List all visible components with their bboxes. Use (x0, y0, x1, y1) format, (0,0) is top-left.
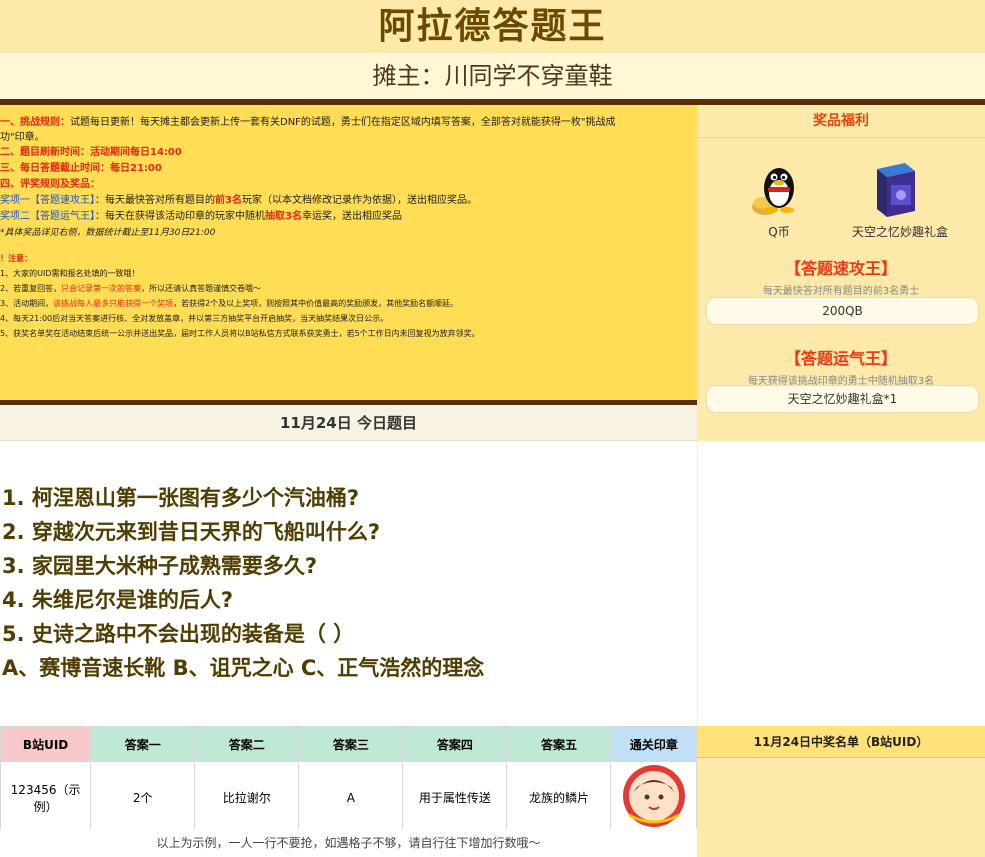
award-2-highlight: 抽取3名 (265, 211, 302, 222)
question-2: 2. 穿越次元来到昔日天界的飞船叫什么? (2, 520, 381, 544)
award-2-prize: 天空之忆妙趣礼盒*1 (706, 385, 979, 413)
header-answer-1: 答案一 (90, 726, 196, 762)
award-rule-2: 奖项二【答题运气王】：每天在获得该活动印章的玩家中随机抽取3名幸运奖，送出相应奖… (0, 209, 691, 225)
rule-1: 一、挑战规则：试题每日更新！每天摊主都会更新上传一套有关DNF的试题，勇士们在指… (0, 115, 691, 145)
stamp-icon (622, 765, 685, 827)
header-answer-4: 答案四 (402, 726, 508, 762)
notice-3: 3、活动期间，该挑战每人最多只能获得一个奖项，若获得2个及以上奖项，则按照其中价… (0, 296, 691, 311)
page-title: 阿拉德答题王 (0, 0, 985, 53)
award-1-text-post: 玩家（以本文档修改记录作为依据），送出相应奖品。 (241, 195, 477, 206)
award-1-label: 奖项一【答题速攻王】 (0, 195, 95, 206)
award-2-text-post: 幸运奖，送出相应奖品 (301, 211, 402, 222)
notice-label: ！注意： (0, 254, 32, 263)
header-answer-3: 答案三 (298, 726, 404, 762)
question-1: 1. 柯涅恩山第一张图有多少个汽油桶? (2, 486, 360, 510)
cell-answer-5[interactable]: 龙族的鳞片 (506, 761, 612, 834)
award-2-text-pre: ：每天在获得该活动印章的玩家中随机 (95, 211, 265, 222)
notice-3-post: ，若获得2个及以上奖项，则按照其中价值最高的奖励颁发，其他奖励名额顺延。 (173, 299, 459, 308)
cell-answer-3[interactable]: A (298, 761, 404, 834)
notice-2-post: ，所以还请认真答题谨慎交卷哦～ (141, 284, 262, 293)
question-5: 5. 史诗之路中不会出现的装备是（ ） (2, 622, 355, 646)
rules-panel: 一、挑战规则：试题每日更新！每天摊主都会更新上传一套有关DNF的试题，勇士们在指… (0, 105, 697, 400)
prize-2-name: 天空之忆妙趣礼盒 (851, 225, 948, 239)
prize-1-name: Q币 (768, 225, 790, 239)
header-answer-5: 答案五 (506, 726, 612, 762)
rule-2: 二、题目刷新时间：活动期间每日14:00 (0, 147, 182, 158)
blank-area (697, 441, 985, 726)
award-1-text-pre: ：每天最快答对所有题目的 (95, 195, 215, 206)
gift-box-icon (873, 159, 917, 219)
rule-1-label: 一、挑战规则： (0, 117, 70, 128)
award-1-title: 【答题速攻王】 (784, 259, 897, 278)
cell-answer-2[interactable]: 比拉谢尔 (194, 761, 300, 834)
notice-3-red: 该挑战每人最多只能获得一个奖项 (53, 299, 174, 308)
prize-heading: 奖品福利 (697, 105, 985, 138)
prize-panel: 奖品福利 Q币 天空之忆妙趣礼盒 【答题速攻王】 每天最快答对所有题目的前3名勇… (697, 105, 985, 441)
answer-table: B站UID 答案一 答案二 答案三 答案四 答案五 通关印章 123456（示例… (0, 726, 697, 834)
rule-3: 三、每日答题截止时间：每日21:00 (0, 163, 162, 174)
cell-answer-1[interactable]: 2个 (90, 761, 196, 834)
notice-3-pre: 3、活动期间， (0, 299, 54, 308)
notice-4: 4、每天21:00后对当天答案进行核、全对发放盖章，并以第三方抽奖平台开启抽奖，… (0, 314, 389, 323)
question-list: 1. 柯涅恩山第一张图有多少个汽油桶? 2. 穿越次元来到昔日天界的飞船叫什么?… (0, 441, 697, 726)
cell-answer-4[interactable]: 用于属性传送 (402, 761, 508, 834)
notice-2: 2、若重复回答，只会记录第一次的答案，所以还请认真答题谨慎交卷哦～ (0, 281, 691, 296)
footnote: *具体奖品详见右侧，数据统计截止至11月30日21:00 (0, 228, 216, 238)
notice-1: 1、大家的UID需和报名处填的一致哦！ (0, 269, 140, 278)
rule-1-cont: 功"印章。 (0, 132, 45, 143)
header-uid: B站UID (0, 726, 92, 762)
award-2-title: 【答题运气王】 (784, 349, 897, 368)
cell-uid[interactable]: 123456（示例） (0, 761, 92, 834)
award-1-prize: 200QB (706, 297, 979, 325)
cell-stamp[interactable] (610, 761, 697, 834)
day-heading: 11月24日 今日题目 (0, 405, 697, 441)
notice-5: 5、获奖名单奖在活动结束后统一公示并送出奖品，届时工作人员将以B站私信方式联系获… (0, 329, 480, 338)
table-header-row: B站UID 答案一 答案二 答案三 答案四 答案五 通关印章 (0, 726, 697, 762)
host-line: 摊主：川同学不穿童鞋 (0, 53, 985, 99)
award-rule-1: 奖项一【答题速攻王】：每天最快答对所有题目的前3名玩家（以本文档修改记录作为依据… (0, 193, 691, 209)
question-3: 3. 家园里大米种子成熟需要多久? (2, 554, 318, 578)
winners-list[interactable] (697, 758, 985, 857)
header-answer-2: 答案二 (194, 726, 300, 762)
rule-4: 四、评奖规则及奖品： (0, 179, 100, 190)
table-note: 以上为示例，一人一行不要抢，如遇格子不够，请自行往下增加行数哦～ (0, 829, 697, 857)
award-2-label: 奖项二【答题运气王】 (0, 211, 95, 222)
question-5-options: A、赛博音速长靴 B、诅咒之心 C、正气浩然的理念 (2, 656, 485, 680)
question-4: 4. 朱维尼尔是谁的后人? (2, 588, 234, 612)
qq-coin-icon (749, 155, 809, 219)
award-1-highlight: 前3名 (215, 195, 242, 206)
notice-2-red: 只会记录第一次的答案 (61, 284, 142, 293)
rule-1-text: 试题每日更新！每天摊主都会更新上传一套有关DNF的试题，勇士们在指定区域内填写答… (70, 117, 616, 128)
table-row: 123456（示例） 2个 比拉谢尔 A 用于属性传送 龙族的鳞片 (0, 761, 697, 834)
award-1-desc: 每天最快答对所有题目的前3名勇士 (762, 286, 920, 297)
header-stamp: 通关印章 (610, 726, 697, 762)
notice-2-pre: 2、若重复回答， (0, 284, 62, 293)
winners-heading: 11月24日中奖名单（B站UID） (697, 726, 985, 758)
